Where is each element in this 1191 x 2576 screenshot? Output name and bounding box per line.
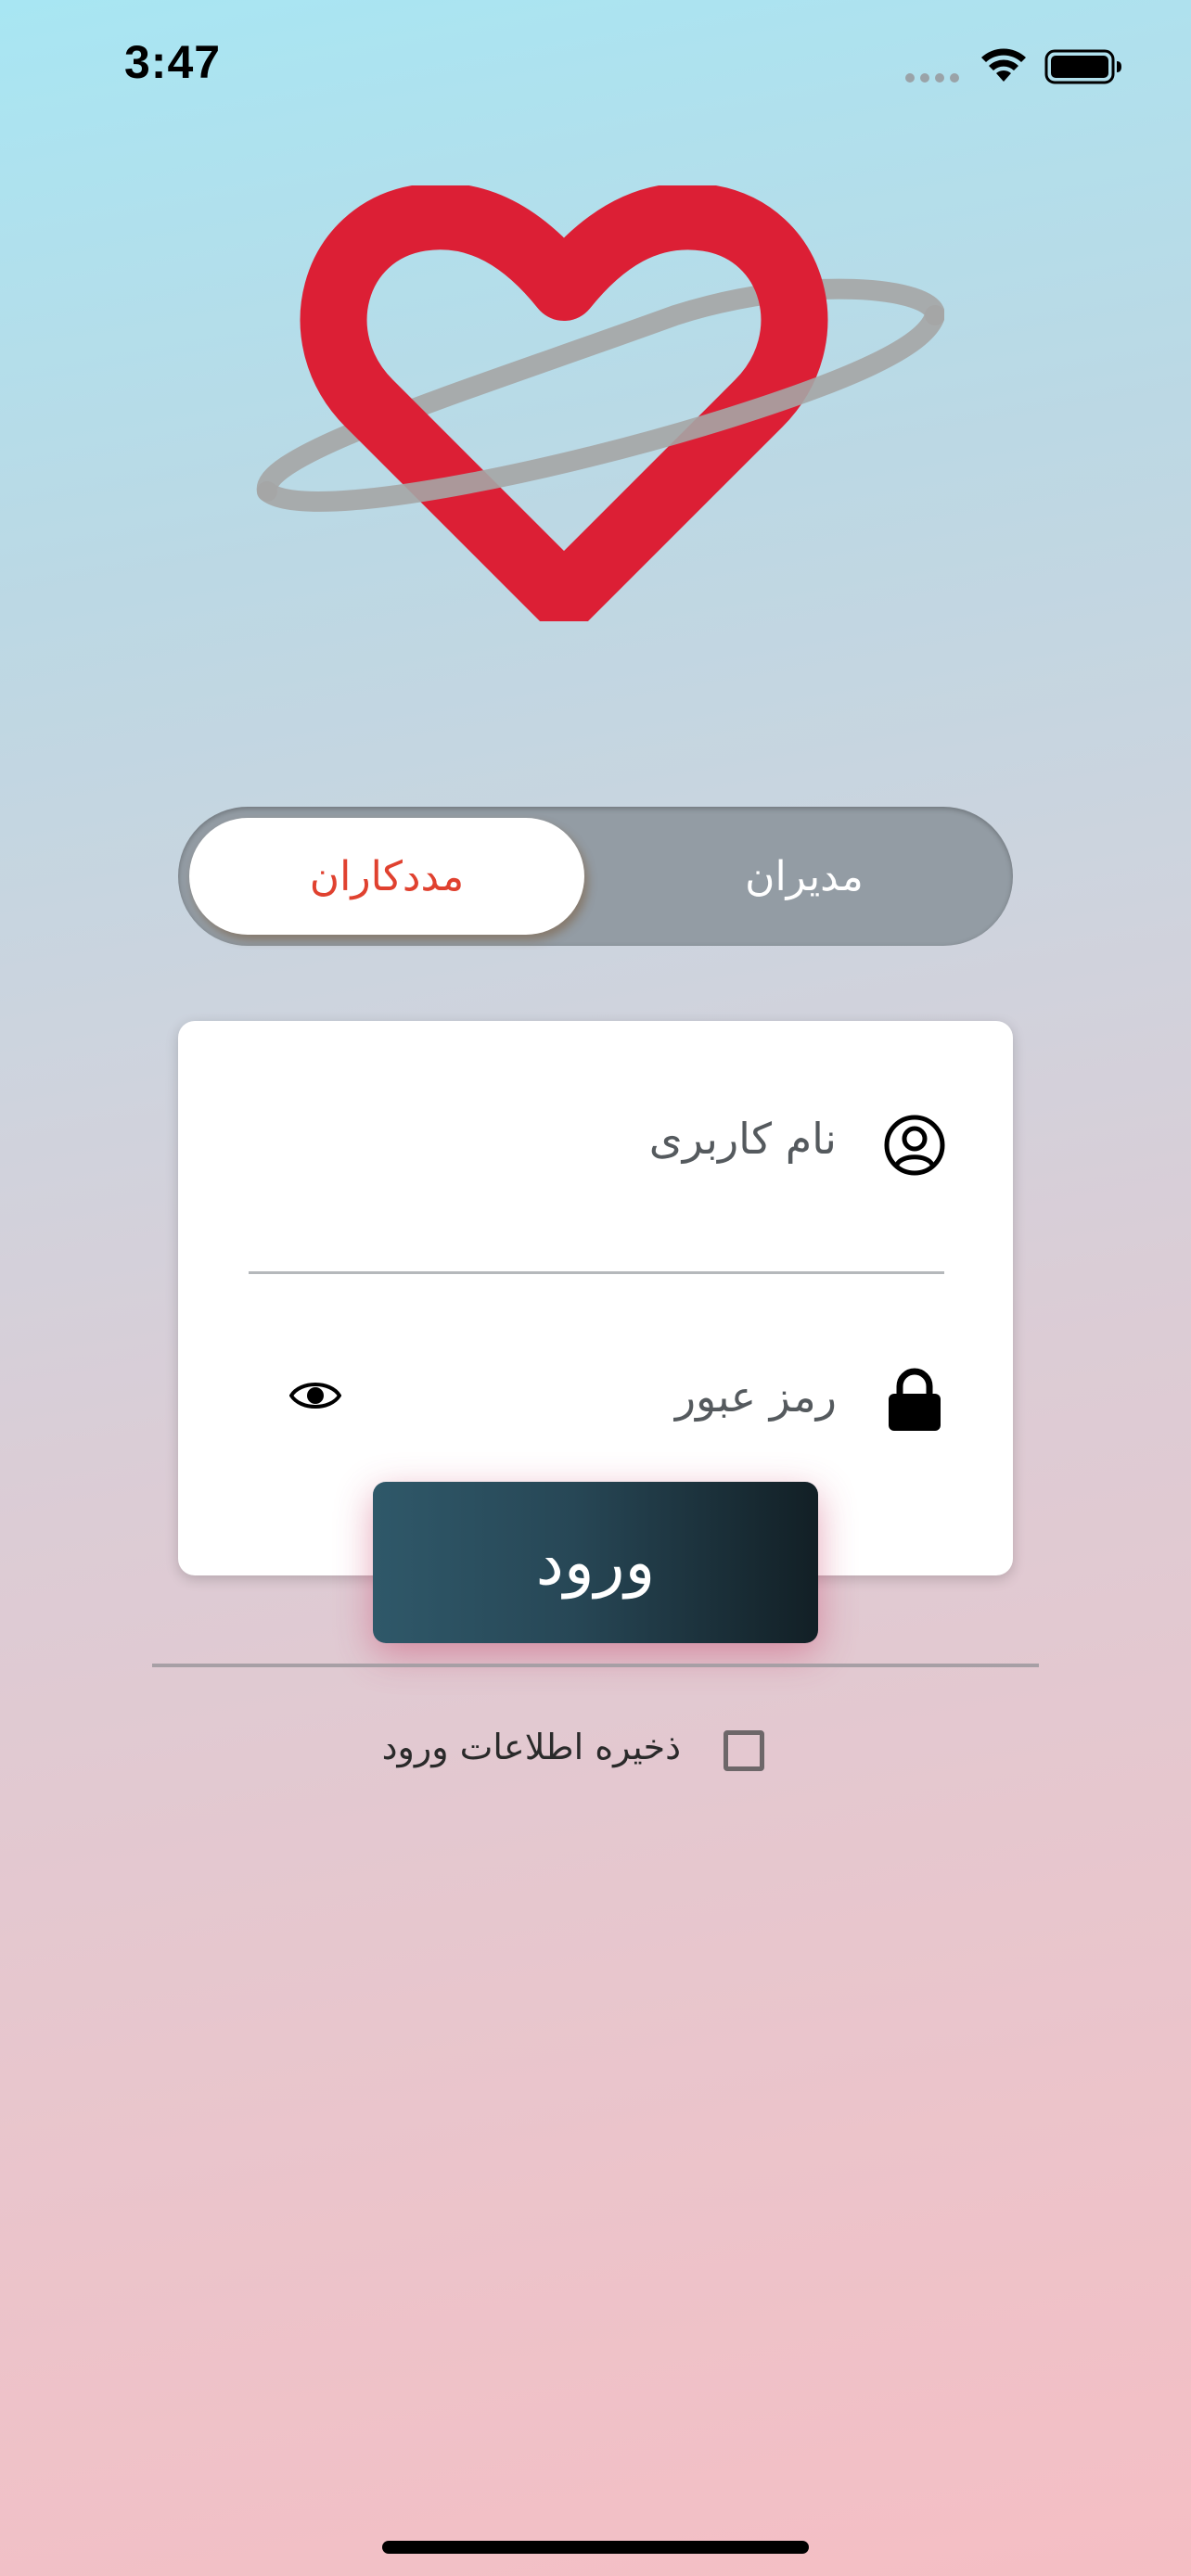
login-button[interactable]: ورود	[373, 1482, 818, 1643]
lock-icon	[889, 1368, 941, 1431]
remember-me-label: ذخیره اطلاعات ورود	[381, 1727, 681, 1767]
password-input[interactable]: رمز عبور	[675, 1371, 837, 1422]
username-input[interactable]: نام کاربری	[649, 1114, 837, 1164]
status-time: 3:47	[124, 36, 222, 88]
role-toggle: مددکاران مدیران	[178, 807, 1013, 946]
tab-helpers[interactable]: مددکاران	[189, 818, 584, 935]
eye-icon[interactable]	[289, 1377, 341, 1414]
remember-me-checkbox[interactable]	[724, 1730, 764, 1771]
battery-icon	[1044, 49, 1121, 84]
cellular-signal-icon	[905, 73, 959, 83]
separator-line	[152, 1664, 1039, 1667]
home-indicator[interactable]	[382, 2541, 809, 2554]
tab-managers[interactable]: مدیران	[607, 818, 1002, 935]
wifi-icon	[981, 48, 1026, 82]
app-logo	[256, 185, 944, 621]
field-divider	[249, 1271, 944, 1274]
user-circle-icon	[884, 1115, 945, 1176]
status-bar: 3:47	[0, 0, 1191, 139]
